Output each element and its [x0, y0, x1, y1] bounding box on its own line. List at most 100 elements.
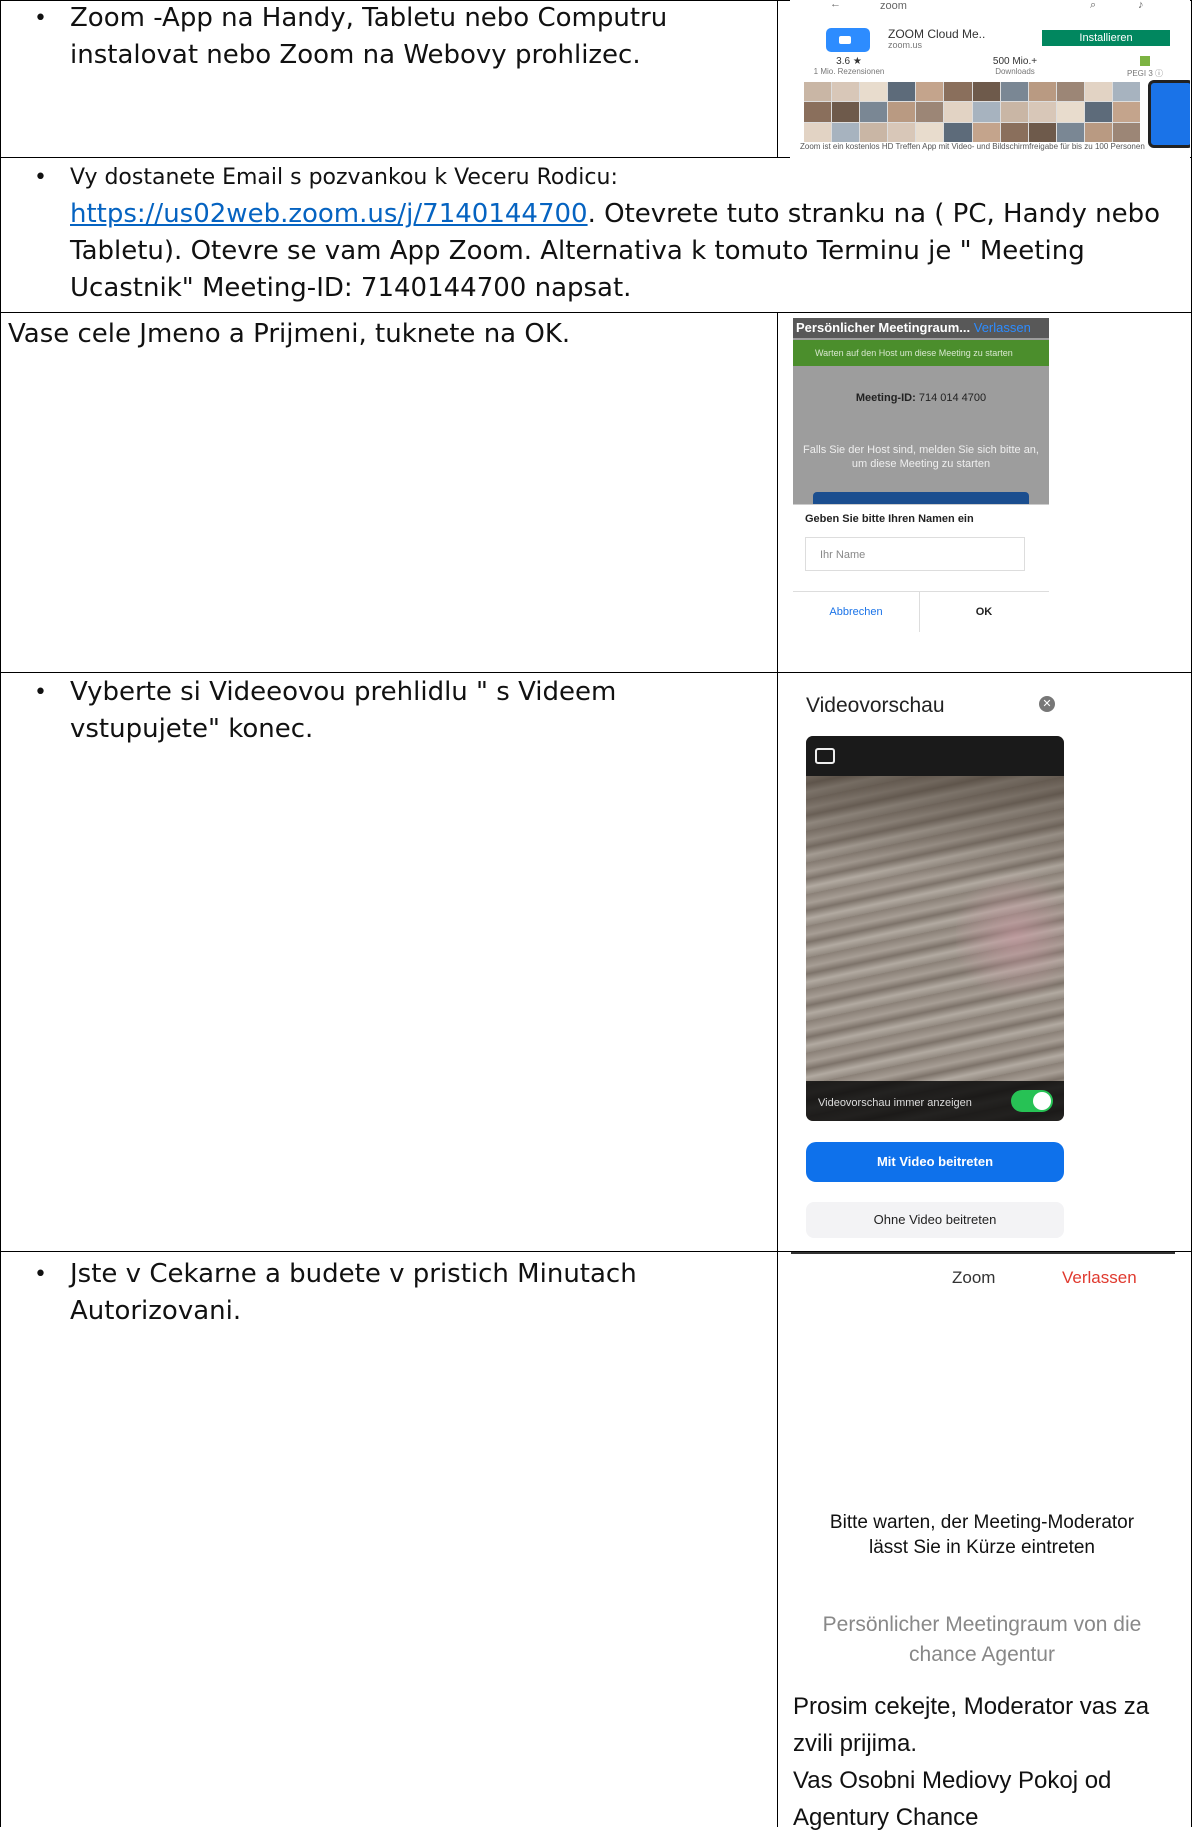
- zoom-app-icon: [826, 28, 870, 52]
- gallery-tile: [1028, 122, 1056, 142]
- rating-stat: 3.6 ★ 1 Mio. Rezensionen: [804, 56, 894, 76]
- gallery-tile: [1056, 102, 1084, 122]
- gallery-tile: [860, 102, 888, 122]
- app-description: Zoom ist ein kostenlos HD Treffen App mi…: [800, 142, 1145, 151]
- rating-value: 3.6 ★: [836, 56, 862, 67]
- gallery-tile: [1084, 102, 1112, 122]
- gallery-tile: [1084, 122, 1112, 142]
- step-text: Vase cele Jmeno a Prijmeni, tuknete na O…: [8, 319, 571, 349]
- table-border: [0, 0, 1, 1827]
- document-page: ... • Zoom -App na Handy, Tabletu nebo C…: [0, 0, 1192, 1831]
- gallery-tile: [916, 102, 944, 122]
- meeting-id: Meeting-ID: 714 014 4700: [793, 392, 1049, 404]
- camera-glare: [956, 866, 1064, 1006]
- camera-top-bar: [806, 736, 1064, 776]
- close-icon[interactable]: ✕: [1039, 696, 1055, 712]
- leave-link[interactable]: Verlassen: [974, 320, 1031, 335]
- czech-line-2: Vas Osobni Mediovy Pokoj od Agentury Cha…: [793, 1767, 1112, 1831]
- bullet: •: [34, 1262, 47, 1287]
- gallery-tile: [804, 82, 832, 102]
- gallery-tile: [1000, 122, 1028, 142]
- gallery-tile: [944, 82, 972, 102]
- meeting-id-value: 714 014 4700: [918, 392, 987, 404]
- pegi-stat: PEGI 3 ⓘ: [1100, 56, 1190, 78]
- gallery-tile: [944, 122, 972, 142]
- join-with-video-button[interactable]: Mit Video beitreten: [806, 1142, 1064, 1182]
- always-show-toggle[interactable]: [1011, 1090, 1053, 1112]
- waiting-room-screenshot: Zoom Verlassen Bitte warten, der Meeting…: [777, 1252, 1192, 1831]
- preview-title: Videovorschau: [806, 694, 945, 717]
- gallery-tile: [832, 102, 860, 122]
- gallery-tile: [1112, 102, 1140, 122]
- dialog-title: Geben Sie bitte Ihren Namen ein: [805, 513, 974, 525]
- czech-translation: Prosim cekejte, Moderator vas za zvili p…: [793, 1688, 1188, 1836]
- gallery-tile: [944, 102, 972, 122]
- czech-line-1: Prosim cekejte, Moderator vas za zvili p…: [793, 1693, 1150, 1757]
- gallery-tile: [804, 122, 832, 142]
- camera-preview: Videovorschau immer anzeigen: [806, 736, 1064, 1121]
- mic-icon: ♪: [1138, 0, 1144, 11]
- dialog-buttons: Abbrechen OK: [793, 591, 1049, 632]
- gallery-tile: [1112, 122, 1140, 142]
- ok-button[interactable]: OK: [919, 592, 1049, 632]
- cancel-button[interactable]: Abbrechen: [793, 592, 920, 632]
- back-arrow-icon: ←: [830, 0, 841, 10]
- gallery-tile: [1000, 102, 1028, 122]
- phone-preview-image: [1148, 80, 1190, 148]
- downloads-stat: 500 Mio.+ Downloads: [970, 56, 1060, 76]
- app-developer: zoom.us: [888, 40, 923, 50]
- host-info: Falls Sie der Host sind, melden Sie sich…: [802, 444, 1039, 470]
- downloads-label: Downloads: [995, 67, 1035, 76]
- gallery-tile: [1000, 82, 1028, 102]
- gallery-tile: [916, 82, 944, 102]
- gallery-tile: [888, 122, 916, 142]
- gallery-tile: [1028, 82, 1056, 102]
- video-preview-screenshot: Videovorschau ✕ Videovorschau immer anze…: [795, 676, 1095, 1238]
- gallery-tile: [1028, 102, 1056, 122]
- gallery-tile: [916, 122, 944, 142]
- room-name: Persönlicher Meetingraum von die chance …: [822, 1613, 1142, 1666]
- step-text: Zoom -App na Handy, Tabletu nebo Computr…: [70, 3, 668, 70]
- gallery-tile: [888, 102, 916, 122]
- gallery-tile: [1112, 82, 1140, 102]
- meeting-header: Persönlicher Meetingraum... Verlassen: [793, 318, 1049, 338]
- gallery-tile: [1056, 82, 1084, 102]
- bullet: •: [34, 680, 47, 705]
- bullet: •: [34, 165, 47, 190]
- camera-shade: [806, 776, 1064, 876]
- waiting-banner: Warten auf den Host um diese Meeting zu …: [793, 340, 1049, 366]
- step-text: Vy dostanete Email s pozvankou k Veceru …: [70, 160, 1180, 307]
- virtual-background-icon[interactable]: [815, 748, 835, 764]
- invitation-intro: Vy dostanete Email s pozvankou k Veceru …: [70, 165, 618, 190]
- app-title: ZOOM Cloud Me..: [888, 27, 986, 41]
- meeting-title: Persönlicher Meetingraum...: [796, 320, 971, 335]
- rating-label: 1 Mio. Rezensionen: [813, 67, 885, 76]
- gallery-tile: [972, 82, 1000, 102]
- waiting-message: Bitte warten, der Meeting-Moderator läss…: [829, 1512, 1135, 1558]
- status-bar: ← zoom ⌕ ♪: [790, 0, 1190, 18]
- bullet: •: [34, 6, 47, 31]
- gallery-tile: [804, 102, 832, 122]
- name-dialog: Geben Sie bitte Ihren Namen ein Ihr Name…: [793, 504, 1049, 636]
- meeting-id-label: Meeting-ID:: [855, 392, 916, 404]
- name-input[interactable]: Ihr Name: [805, 537, 1025, 571]
- gallery-tile: [972, 122, 1000, 142]
- table-border: [0, 672, 1192, 673]
- gallery-tile: [1056, 122, 1084, 142]
- top-rule: [791, 1252, 1175, 1254]
- app-name: Zoom: [952, 1268, 996, 1287]
- play-store-screenshot: ← zoom ⌕ ♪ ZOOM Cloud Me.. zoom.us Insta…: [790, 0, 1190, 158]
- search-icon: ⌕: [1090, 0, 1097, 11]
- meeting-link[interactable]: https://us02web.zoom.us/j/7140144700: [70, 199, 588, 229]
- pegi-icon: [1140, 56, 1150, 66]
- install-button[interactable]: Installieren: [1042, 30, 1170, 46]
- table-border: [777, 0, 778, 157]
- gallery-tile: [860, 122, 888, 142]
- table-border: [0, 312, 1192, 313]
- join-without-video-button[interactable]: Ohne Video beitreten: [806, 1202, 1064, 1238]
- screenshot-gallery[interactable]: [804, 82, 1140, 142]
- name-dialog-screenshot: Persönlicher Meetingraum... Verlassen Wa…: [793, 318, 1049, 636]
- gallery-tile: [1084, 82, 1112, 102]
- leave-button[interactable]: Verlassen: [1062, 1268, 1137, 1288]
- gallery-tile: [972, 102, 1000, 122]
